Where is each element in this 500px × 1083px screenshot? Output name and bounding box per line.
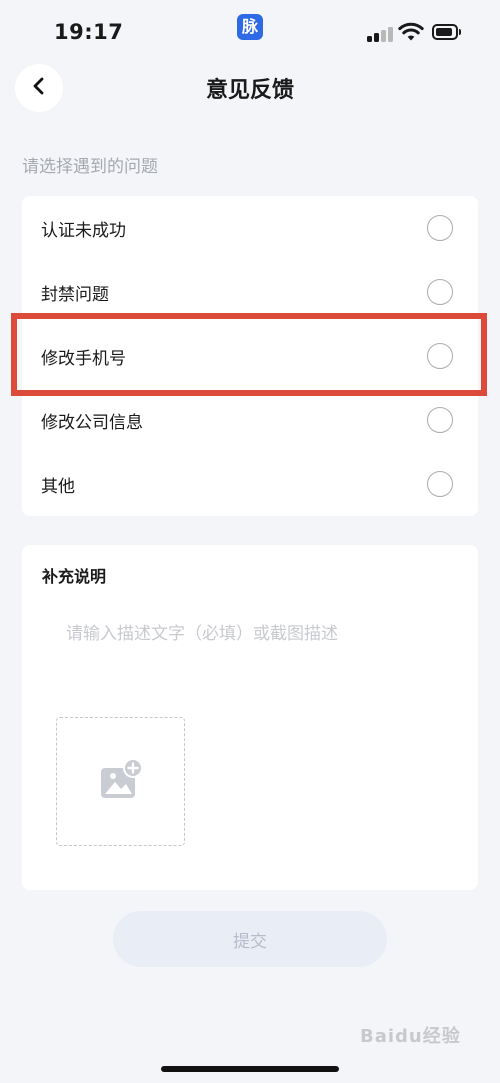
image-upload-button[interactable] <box>56 717 185 846</box>
section-hint: 请选择遇到的问题 <box>22 157 158 177</box>
add-image-icon <box>99 757 143 806</box>
option-row-other[interactable]: 其他 <box>22 452 478 516</box>
supplement-section: 补充说明 <box>22 545 478 890</box>
app-badge-icon: 脉 <box>237 14 263 40</box>
radio-button[interactable] <box>427 471 453 497</box>
cellular-signal-icon <box>367 26 393 42</box>
battery-icon <box>432 24 461 40</box>
status-bar: 19:17 脉 <box>0 0 500 60</box>
wifi-icon <box>398 22 424 46</box>
radio-button[interactable] <box>427 279 453 305</box>
option-label: 其他 <box>41 476 75 497</box>
option-label: 封禁问题 <box>41 284 109 305</box>
option-row-certification-failed[interactable]: 认证未成功 <box>22 196 478 260</box>
radio-button[interactable] <box>427 407 453 433</box>
supplement-title: 补充说明 <box>42 567 107 586</box>
option-row-change-company[interactable]: 修改公司信息 <box>22 388 478 452</box>
radio-button[interactable] <box>427 215 453 241</box>
option-label: 认证未成功 <box>41 220 126 241</box>
page-title: 意见反馈 <box>205 78 294 103</box>
status-time: 19:17 <box>54 20 124 44</box>
option-label: 修改公司信息 <box>41 412 143 433</box>
highlight-annotation <box>11 313 487 396</box>
home-indicator <box>161 1066 339 1072</box>
watermark: Baidu经验 <box>360 1026 461 1047</box>
submit-button[interactable]: 提交 <box>113 911 387 967</box>
description-input[interactable] <box>66 619 456 649</box>
